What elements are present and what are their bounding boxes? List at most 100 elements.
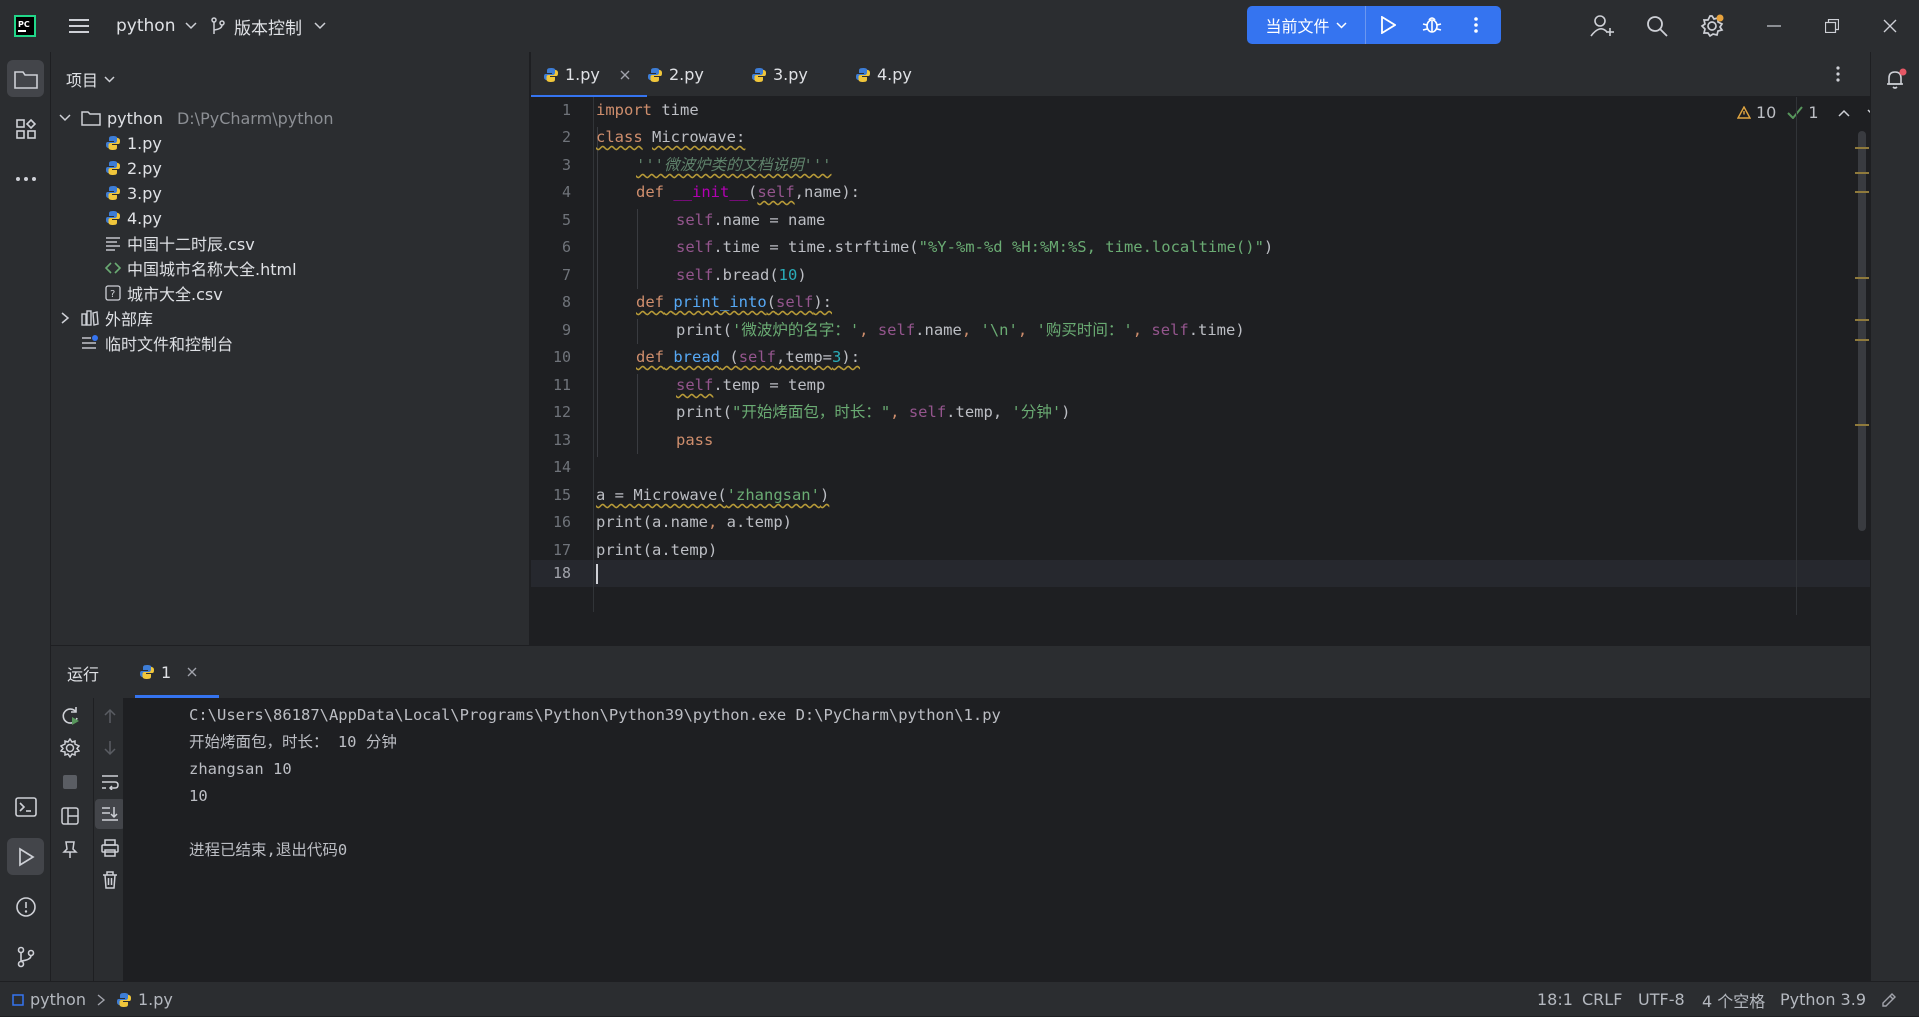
close-icon[interactable] <box>187 667 197 677</box>
layout-button[interactable] <box>55 801 85 831</box>
chevron-up-icon[interactable] <box>1838 109 1850 117</box>
search-icon <box>1647 16 1668 37</box>
terminal-tool-button[interactable] <box>7 788 44 825</box>
error-stripe-mark[interactable] <box>1855 277 1869 279</box>
more-actions-button[interactable] <box>1454 6 1498 44</box>
file-encoding[interactable]: UTF-8 <box>1638 982 1685 1017</box>
project-panel-header[interactable]: 项目 <box>66 64 115 94</box>
python-file-icon <box>648 67 662 82</box>
indent-guide <box>637 374 638 454</box>
line-number: 13 <box>552 431 571 449</box>
vcs-widget[interactable]: 版本控制 <box>210 0 326 52</box>
code-line: print("开始烤面包，时长：", self.temp, '分钟') <box>676 403 1071 421</box>
error-stripe-mark[interactable] <box>1855 424 1869 426</box>
python-file-icon <box>544 67 558 82</box>
stop-button[interactable] <box>55 767 85 797</box>
tree-external-libraries[interactable]: 外部库 <box>59 306 153 330</box>
tree-file[interactable]: 2.py <box>105 156 162 180</box>
error-stripe-mark[interactable] <box>1855 172 1869 174</box>
minimize-button[interactable] <box>1745 0 1803 52</box>
python-interpreter[interactable]: Python 3.9 <box>1780 982 1866 1017</box>
project-widget[interactable]: python <box>116 0 197 52</box>
python-file-icon <box>752 67 766 82</box>
run-tab-label: 1 <box>161 662 172 682</box>
run-tool-button[interactable] <box>7 838 44 875</box>
tree-file[interactable]: 中国十二时辰.csv <box>105 231 255 255</box>
caret-position[interactable]: 18:1 <box>1537 982 1573 1017</box>
more-tools-button[interactable] <box>7 160 44 197</box>
toolbar-divider <box>93 698 94 982</box>
indent-setting[interactable]: 4 个空格 <box>1702 982 1765 1017</box>
tab-options-button[interactable] <box>1836 65 1840 83</box>
more-horizontal-icon <box>15 176 36 181</box>
error-stripe-mark[interactable] <box>1855 147 1869 149</box>
breadcrumb-project[interactable]: python <box>30 990 86 1009</box>
line-number: 12 <box>552 403 571 421</box>
tree-file[interactable]: ? 城市大全.csv <box>105 281 223 305</box>
debug-button[interactable] <box>1410 6 1454 44</box>
clear-all-button[interactable] <box>95 865 125 895</box>
console-line: 开始烤面包，时长： 10 分钟 <box>189 733 397 751</box>
notifications-button[interactable] <box>1877 60 1914 97</box>
print-button[interactable] <box>95 833 125 863</box>
code-line: self.time = time.strftime("%Y-%m-%d %H:%… <box>676 238 1274 256</box>
close-window-button[interactable] <box>1861 0 1919 52</box>
tab-4-py[interactable]: 4.py <box>843 52 959 97</box>
scroll-to-end-icon <box>102 807 118 821</box>
project-tool-button[interactable] <box>7 60 44 97</box>
tab-label: 1.py <box>565 65 600 84</box>
tree-file[interactable]: 4.py <box>105 206 162 230</box>
inspections-widget[interactable]: 10 1 <box>1737 103 1879 122</box>
root-name: python <box>107 108 163 128</box>
search-button[interactable] <box>1646 0 1668 52</box>
code-with-me-button[interactable] <box>1590 0 1616 52</box>
restore-button[interactable] <box>1803 0 1861 52</box>
run-config-selector[interactable]: 当前文件 <box>1247 6 1366 44</box>
scroll-to-end-button[interactable] <box>95 799 125 829</box>
tree-scratches[interactable]: 临时文件和控制台 <box>81 331 233 355</box>
pycharm-logo[interactable]: PC <box>14 0 36 52</box>
unknown-file-icon: ? <box>105 285 121 301</box>
settings-button[interactable] <box>1700 0 1724 52</box>
rerun-button[interactable] <box>55 701 85 731</box>
text-caret <box>596 564 598 584</box>
error-stripe-mark[interactable] <box>1855 191 1869 193</box>
file-name: 中国十二时辰.csv <box>127 235 255 254</box>
line-separator[interactable]: CRLF <box>1582 982 1622 1017</box>
main-menu-button[interactable] <box>68 0 90 52</box>
run-tab-1[interactable]: 1 <box>135 646 219 698</box>
tab-2-py[interactable]: 2.py <box>635 52 751 97</box>
rerun-icon <box>62 707 79 725</box>
structure-tool-button[interactable] <box>7 110 44 147</box>
project-panel: 项目 python D:\PyCharm\python 1.py 2.py 3.… <box>51 52 530 645</box>
tree-file[interactable]: 3.py <box>105 181 162 205</box>
tree-file[interactable]: 1.py <box>105 131 162 155</box>
tab-1-py[interactable]: 1.py <box>531 52 647 98</box>
read-only-toggle[interactable] <box>1881 982 1897 1017</box>
gear-icon <box>1700 14 1724 38</box>
scroll-up-button[interactable] <box>95 701 125 731</box>
chevron-down-icon <box>1335 21 1347 29</box>
run-widget: 当前文件 <box>1247 6 1501 44</box>
scroll-down-button[interactable] <box>95 733 125 763</box>
right-margin-guide <box>1796 97 1797 615</box>
pin-tab-button[interactable] <box>55 835 85 865</box>
run-button[interactable] <box>1366 6 1410 44</box>
tree-file[interactable]: 中国城市名称大全.html <box>105 256 297 280</box>
python-file-icon <box>106 136 120 150</box>
breadcrumb-file[interactable]: 1.py <box>138 990 173 1009</box>
soft-wrap-button[interactable] <box>95 767 125 797</box>
problems-tool-button[interactable] <box>7 888 44 925</box>
tab-3-py[interactable]: 3.py <box>739 52 855 97</box>
git-icon <box>17 946 34 967</box>
run-console[interactable]: C:\Users\86187\AppData\Local\Programs\Py… <box>123 698 1870 982</box>
error-stripe-mark[interactable] <box>1855 319 1869 321</box>
git-tool-button[interactable] <box>7 938 44 975</box>
tree-root-python[interactable]: python D:\PyCharm\python <box>59 106 334 130</box>
error-stripe-mark[interactable] <box>1855 339 1869 341</box>
run-settings-button[interactable] <box>55 733 85 763</box>
line-number: 1 <box>561 101 571 119</box>
line-number: 6 <box>561 238 571 256</box>
close-icon[interactable] <box>620 70 630 80</box>
code-editor[interactable]: 1 2 3 4 5 6 7 8 9 10 11 12 13 14 15 16 1… <box>531 97 1879 645</box>
